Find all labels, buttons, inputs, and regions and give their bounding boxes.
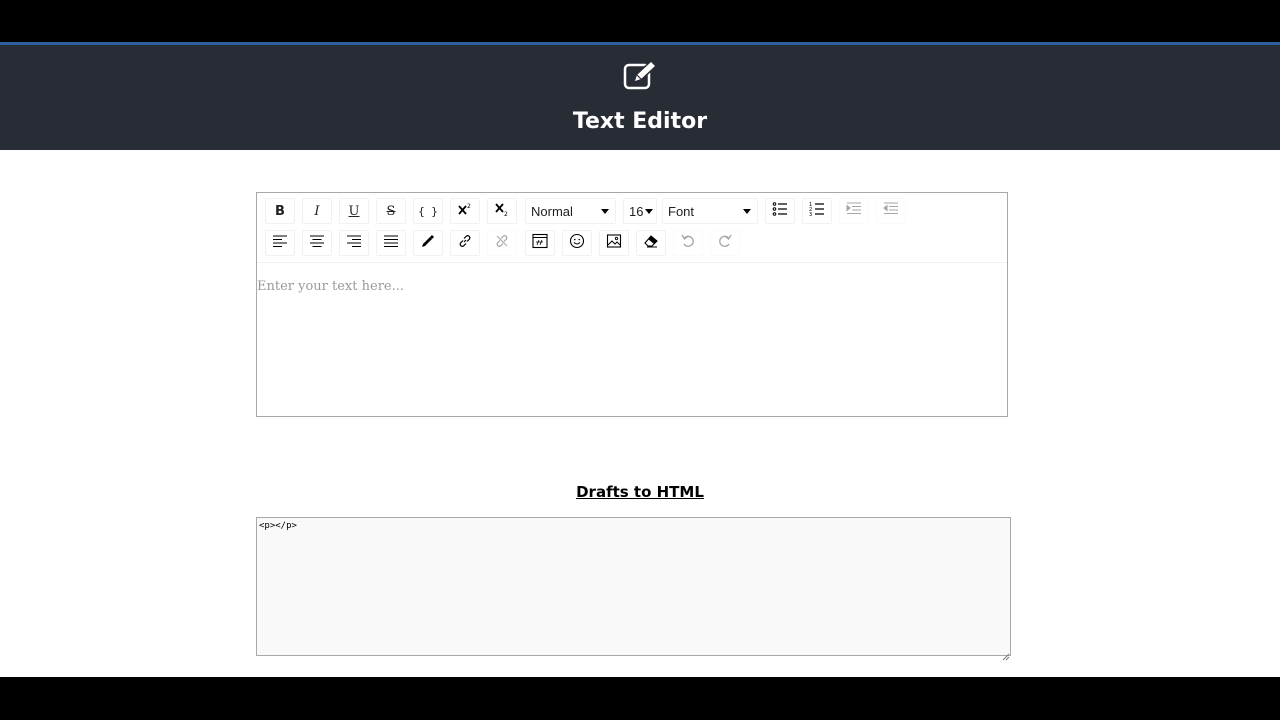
editor-placeholder: Enter your text here... — [257, 279, 404, 294]
bottom-bar — [0, 677, 1280, 720]
redo-icon — [717, 233, 733, 253]
underline-icon: U — [348, 203, 360, 219]
align-right-button[interactable] — [339, 230, 369, 256]
code-button[interactable]: { } — [413, 198, 443, 224]
page-title: Text Editor — [572, 109, 708, 134]
svg-text:2: 2 — [504, 211, 508, 217]
align-left-icon — [272, 233, 288, 253]
indent-icon — [846, 201, 862, 221]
rich-text-editor: B I U S { } 2 2 Normal 16 Font 1 2 3 Ent… — [256, 192, 1008, 417]
italic-icon: I — [314, 203, 320, 219]
svg-text:3: 3 — [809, 212, 812, 217]
chevron-down-icon — [645, 209, 653, 214]
main-content: B I U S { } 2 2 Normal 16 Font 1 2 3 Ent… — [0, 150, 1280, 677]
align-left-button[interactable] — [265, 230, 295, 256]
redo-button[interactable] — [710, 230, 740, 256]
color-picker-button[interactable] — [413, 230, 443, 256]
strikethrough-icon: S — [386, 203, 396, 219]
output-title: Drafts to HTML — [576, 483, 704, 501]
superscript-button[interactable]: 2 — [450, 198, 480, 224]
chevron-down-icon — [743, 209, 751, 214]
font-size-select[interactable]: 16 — [623, 198, 657, 224]
unordered-list-icon — [772, 201, 788, 221]
image-icon — [606, 233, 622, 253]
app-header: Text Editor — [0, 42, 1280, 150]
link-icon — [457, 233, 473, 253]
editor-content[interactable]: Enter your text here... — [257, 279, 1007, 294]
eraser-icon — [643, 233, 659, 253]
align-center-button[interactable] — [302, 230, 332, 256]
resize-handle-icon[interactable] — [1000, 646, 1010, 661]
indent-button[interactable] — [839, 198, 869, 224]
unlink-icon — [494, 233, 510, 253]
align-justify-icon — [383, 233, 399, 253]
subscript-button[interactable]: 2 — [487, 198, 517, 224]
align-center-icon — [309, 233, 325, 253]
undo-icon — [680, 233, 696, 253]
outdent-icon — [883, 201, 899, 221]
italic-button[interactable]: I — [302, 198, 332, 224]
color-picker-icon — [420, 233, 436, 253]
font-family-value: Font — [668, 203, 695, 219]
bold-button[interactable]: B — [265, 198, 295, 224]
embedded-icon — [532, 233, 548, 253]
emoji-icon — [569, 233, 585, 253]
align-justify-button[interactable] — [376, 230, 406, 256]
top-bar — [0, 0, 1280, 42]
align-right-icon — [346, 233, 362, 253]
superscript-icon: 2 — [457, 201, 473, 221]
edit-icon — [623, 59, 658, 91]
unlink-button[interactable] — [487, 230, 517, 256]
html-output-textarea[interactable] — [256, 517, 1011, 656]
code-icon: { } — [418, 204, 438, 218]
block-type-select[interactable]: Normal — [525, 198, 616, 224]
undo-button[interactable] — [673, 230, 703, 256]
eraser-button[interactable] — [636, 230, 666, 256]
emoji-button[interactable] — [562, 230, 592, 256]
unordered-list-button[interactable] — [765, 198, 795, 224]
bold-icon: B — [275, 203, 285, 219]
image-button[interactable] — [599, 230, 629, 256]
ordered-list-button[interactable]: 123 — [802, 198, 832, 224]
underline-button[interactable]: U — [339, 198, 369, 224]
editor-toolbar: B I U S { } 2 2 Normal 16 Font 1 2 3 — [257, 193, 1007, 263]
font-family-select[interactable]: Font — [662, 198, 758, 224]
ordered-list-icon: 123 — [809, 201, 825, 221]
chevron-down-icon — [601, 209, 609, 214]
strikethrough-button[interactable]: S — [376, 198, 406, 224]
embedded-button[interactable] — [525, 230, 555, 256]
outdent-button[interactable] — [876, 198, 906, 224]
block-type-value: Normal — [531, 203, 573, 219]
svg-text:2: 2 — [467, 203, 471, 210]
font-size-value: 16 — [629, 203, 644, 219]
link-button[interactable] — [450, 230, 480, 256]
subscript-icon: 2 — [494, 201, 510, 221]
